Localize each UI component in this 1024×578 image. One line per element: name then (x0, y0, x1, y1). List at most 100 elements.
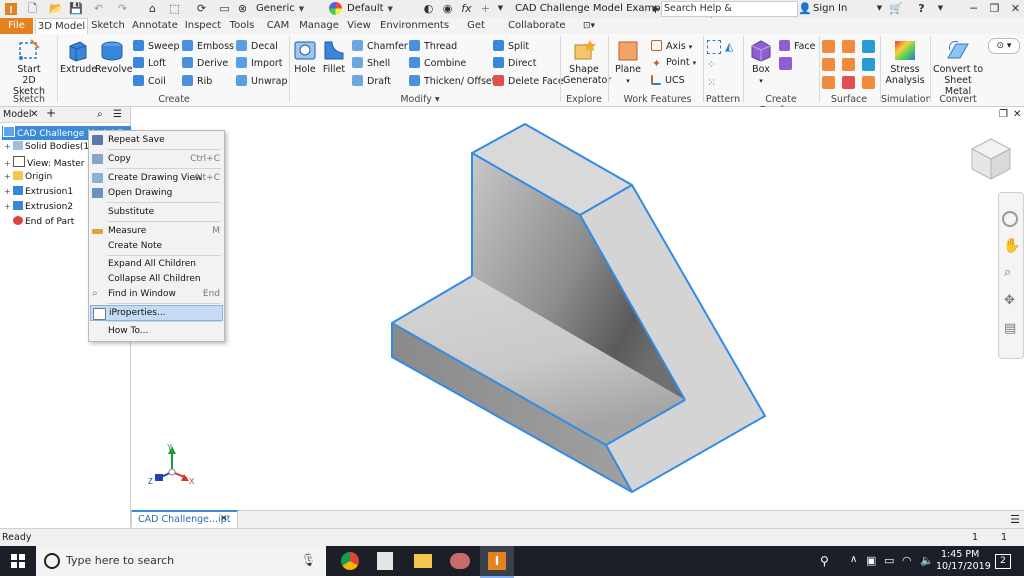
tray-icon-1[interactable]: ▣ (866, 554, 876, 567)
expand-icon[interactable]: + (4, 186, 12, 198)
tab-get-started[interactable]: Get Started (449, 18, 503, 47)
viewport-close-icon[interactable]: ✕ (1013, 109, 1021, 120)
color-override-icon[interactable]: ◉ (441, 2, 454, 15)
loft-button[interactable]: Loft (133, 57, 166, 70)
fusion-app-icon[interactable] (450, 553, 470, 569)
ribbon-options-icon[interactable]: ⊡▾ (578, 18, 600, 34)
task-view-icon[interactable]: ⧉ (305, 552, 314, 567)
viewcube[interactable] (966, 135, 1016, 185)
ucs-button[interactable]: UCS (651, 75, 685, 87)
revolve-button[interactable]: Revolve (95, 38, 133, 75)
people-icon[interactable]: ⚲ (820, 554, 829, 568)
menu-item-collapse-all-children[interactable]: Collapse All Children (89, 272, 224, 286)
hole-button[interactable]: Hole (291, 38, 319, 75)
ruled-surface-icon[interactable] (862, 40, 875, 53)
menu-item-iproperties[interactable]: iProperties... (90, 305, 223, 321)
menu-icon[interactable]: ☰ (113, 108, 122, 121)
freeform-box-button[interactable]: Box ▾ (746, 38, 776, 87)
help-search-input[interactable]: Search Help & Commands... (661, 1, 798, 28)
shell-button[interactable]: Shell (352, 57, 390, 70)
stitch-icon[interactable] (822, 58, 835, 71)
tab-sketch[interactable]: Sketch (88, 18, 128, 34)
adjust-icon[interactable]: ◐ (422, 2, 435, 15)
extend-icon[interactable] (842, 58, 855, 71)
menu-item-create-note[interactable]: Create Note (89, 239, 224, 253)
chamfer-button[interactable]: Chamfer (352, 40, 408, 53)
stress-analysis-button[interactable]: Stress Analysis (883, 38, 927, 86)
point-button[interactable]: ✦ Point ▾ (651, 57, 696, 70)
windows-start-icon[interactable] (11, 554, 25, 568)
update-icon[interactable]: ⟳ (195, 2, 208, 15)
tab-manage[interactable]: Manage (298, 18, 340, 34)
taskbar-time[interactable]: 1:45 PM (941, 549, 979, 560)
sign-in-dropdown-icon[interactable]: ▼ (873, 2, 886, 15)
battery-icon[interactable]: ▭ (884, 554, 894, 567)
taskbar-date[interactable]: 10/17/2019 (936, 561, 991, 572)
trim-icon[interactable] (842, 40, 855, 53)
document-tab[interactable]: CAD Challenge...ipt ✕ (131, 510, 238, 530)
tree-item-origin[interactable]: + Origin (4, 171, 52, 183)
menu-item-repeat-save[interactable]: Repeat Save (89, 133, 224, 147)
group-modify-label[interactable]: Modify ▾ (360, 94, 480, 105)
orbit-icon[interactable]: ✥ (1004, 293, 1015, 308)
import-button[interactable]: Import (236, 57, 283, 70)
tab-annotate[interactable]: Annotate (131, 18, 179, 34)
fillet-button[interactable]: Fillet (320, 38, 348, 75)
menu-item-how-to[interactable]: How To... (89, 324, 224, 338)
shape-generator-button[interactable]: Shape Generator (563, 38, 611, 86)
unwrap-button[interactable]: Unwrap (236, 75, 288, 88)
calculator-icon[interactable] (377, 552, 393, 570)
menu-item-measure[interactable]: Measure M (89, 224, 224, 238)
viewport-restore-icon[interactable]: ❐ (999, 109, 1008, 120)
part-model[interactable] (131, 107, 1024, 510)
taskbar-search-box[interactable]: Type here to search 🎙 (36, 546, 326, 576)
emboss-button[interactable]: Emboss (182, 40, 234, 53)
save-icon[interactable]: 💾 (69, 2, 83, 15)
tree-item-end-of-part[interactable]: End of Part (4, 216, 74, 228)
sign-in-link[interactable]: Sign In (813, 2, 847, 15)
boundary-patch-icon[interactable] (822, 76, 835, 89)
tab-environments[interactable]: Environments (380, 18, 449, 34)
notification-center-icon[interactable]: 2 (995, 554, 1011, 569)
direct-button[interactable]: Direct (493, 57, 536, 70)
close-tab-icon[interactable]: ✕ (220, 512, 228, 527)
tab-file[interactable]: File (0, 18, 33, 34)
thread-button[interactable]: Thread (409, 40, 457, 53)
pan-icon[interactable]: ✋ (1003, 238, 1020, 254)
tab-3d-model[interactable]: 3D Model (35, 18, 88, 35)
search-icon[interactable]: ⌕ (97, 108, 103, 121)
menu-item-copy[interactable]: Copy Ctrl+C (89, 152, 224, 166)
volume-icon[interactable]: 🔈 (920, 554, 934, 567)
sketch-pattern-icon[interactable]: ⁙ (707, 76, 719, 89)
coil-button[interactable]: Coil (133, 75, 166, 88)
help-icon[interactable]: ? (915, 2, 928, 15)
mirror-icon[interactable]: ◭ (725, 40, 737, 53)
tab-cam[interactable]: CAM (263, 18, 293, 34)
close-browser-icon[interactable]: ✕ (30, 108, 38, 121)
menu-item-create-drawing-view[interactable]: Create Drawing View Alt+C (89, 171, 224, 185)
tree-item-solid-bodies[interactable]: + Solid Bodies(1) (4, 141, 93, 153)
circular-pattern-icon[interactable]: ⁘ (707, 58, 719, 71)
help-dropdown-icon[interactable]: ▼ (934, 2, 947, 15)
measure-tool-icon[interactable]: ▭ (218, 2, 231, 15)
decal-button[interactable]: Decal (236, 40, 278, 53)
appearance-clear-icon[interactable]: ⊗ (236, 2, 249, 15)
rectangular-pattern-icon[interactable] (707, 40, 721, 54)
tree-item-extrusion2[interactable]: + Extrusion2 (4, 201, 73, 213)
fx-icon[interactable]: fx (460, 2, 473, 15)
menu-item-substitute[interactable]: Substitute (89, 205, 224, 219)
steering-wheel-icon[interactable] (1002, 211, 1018, 227)
tab-tools[interactable]: Tools (227, 18, 257, 34)
redo-icon[interactable]: ↷ (116, 2, 129, 15)
material-sphere-icon[interactable] (329, 2, 342, 15)
expand-icon[interactable]: + (4, 158, 12, 170)
document-menu-icon[interactable]: ☰ (1010, 513, 1020, 526)
expand-icon[interactable]: + (4, 171, 12, 183)
zoom-icon[interactable]: ⌕ (1004, 265, 1011, 280)
expand-icon[interactable]: + (4, 201, 12, 213)
look-at-icon[interactable]: ▤ (1004, 321, 1016, 336)
restore-icon[interactable]: ❐ (988, 2, 1001, 15)
menu-item-expand-all-children[interactable]: Expand All Children (89, 257, 224, 271)
user-icon[interactable]: 👤 (798, 2, 812, 15)
inventor-taskbar-button[interactable]: I (480, 546, 514, 578)
